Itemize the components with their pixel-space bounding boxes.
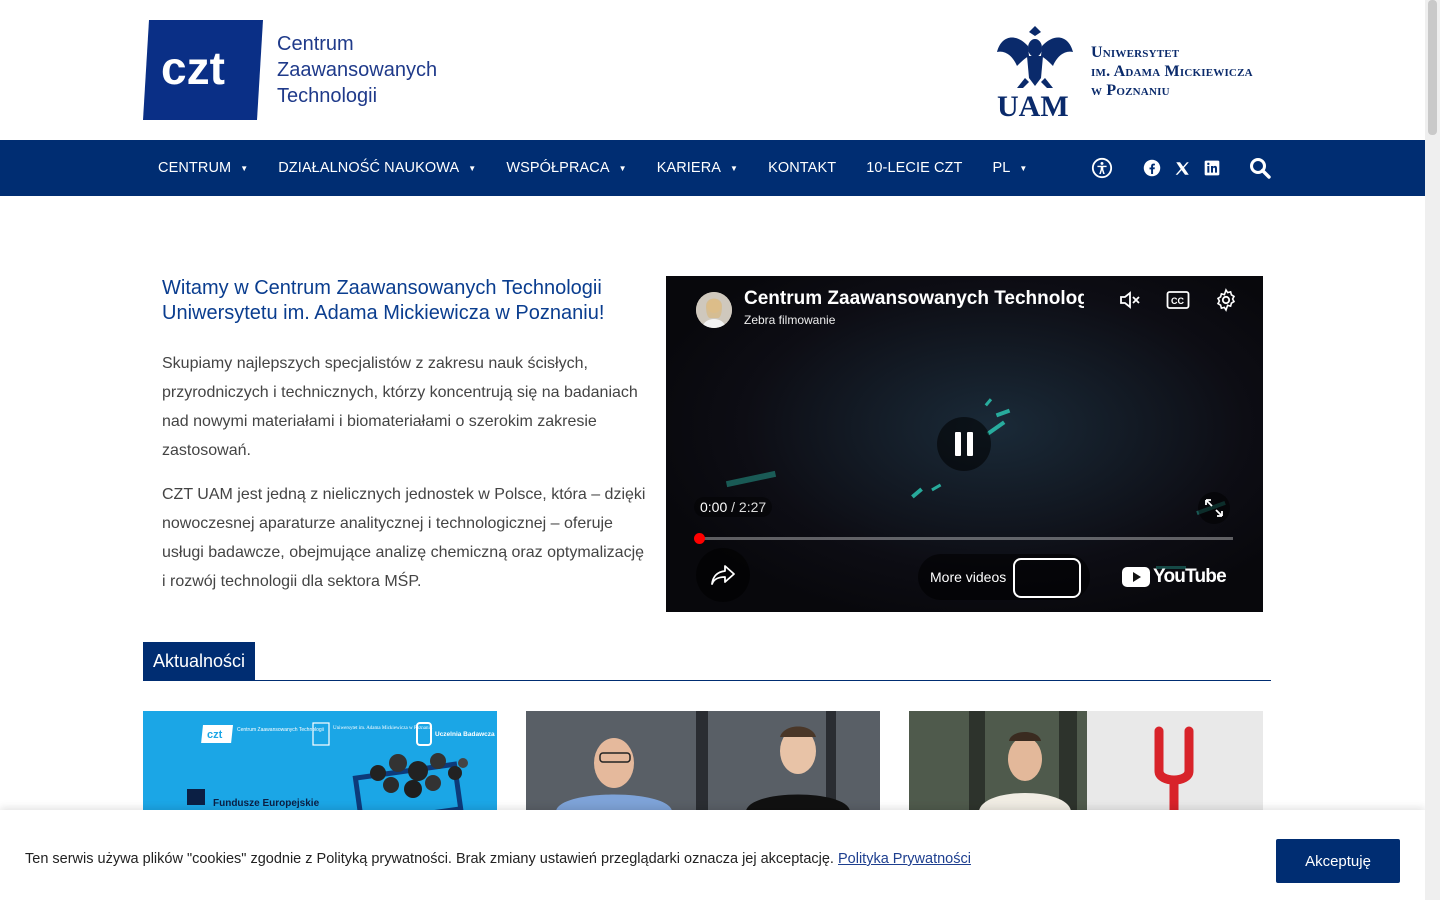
news-card[interactable]: czt Centrum Zaawansowanych Technologii U… xyxy=(143,711,497,811)
svg-text:Uczelnia Badawcza: Uczelnia Badawcza xyxy=(435,731,495,738)
intro-paragraph: Skupiamy najlepszych specjalistów z zakr… xyxy=(162,355,638,459)
channel-avatar[interactable] xyxy=(696,292,732,328)
site-header: czt Centrum Zaawansowanych Technologii U… xyxy=(0,0,1425,140)
pause-button[interactable] xyxy=(937,417,991,471)
duration: 2:27 xyxy=(738,499,767,515)
news-heading: Aktualności xyxy=(143,642,256,680)
news-card-image: czt Centrum Zaawansowanych Technologii U… xyxy=(143,711,497,811)
news-section-header: Aktualności xyxy=(143,642,1271,681)
captions-icon[interactable]: CC xyxy=(1154,288,1202,312)
uam-line-2: im. Adama Mickiewicza xyxy=(1091,62,1253,80)
czt-logo-badge: czt xyxy=(143,20,263,120)
youtube-label: YouTube xyxy=(1153,566,1227,587)
mute-icon[interactable] xyxy=(1106,288,1154,312)
pause-icon xyxy=(955,432,973,456)
intro-paragraph: CZT UAM jest jedną z nielicznych jednost… xyxy=(162,486,646,590)
privacy-policy-link[interactable]: Polityka Prywatności xyxy=(838,851,971,867)
svg-text:czt: czt xyxy=(161,42,225,94)
uam-eagle-crest-icon: UAM xyxy=(995,22,1075,123)
facebook-icon[interactable] xyxy=(1140,156,1164,180)
cookie-message: Ten serwis używa plików "cookies" zgodni… xyxy=(25,851,971,867)
fullscreen-button[interactable] xyxy=(1198,492,1230,524)
video-title[interactable]: Centrum Zaawansowanych Technologii xyxy=(744,288,1084,310)
youtube-logo[interactable]: YouTube xyxy=(1122,566,1227,588)
czt-line-3: Technologii xyxy=(277,85,378,107)
caret-down-icon: ▼ xyxy=(618,163,627,173)
nav-item-language[interactable]: PL ▼ xyxy=(977,140,1042,196)
uam-line-1: Uniwersytet xyxy=(1091,43,1180,61)
accept-cookies-button[interactable]: Akceptuję xyxy=(1276,839,1400,883)
caret-down-icon: ▼ xyxy=(1019,163,1028,173)
intro-section: Witamy w Centrum Zaawansowanych Technolo… xyxy=(162,276,652,611)
youtube-player[interactable]: Centrum Zaawansowanych Technologii Zebra… xyxy=(666,276,1263,612)
uam-line-3: w Poznaniu xyxy=(1091,81,1170,99)
more-videos-thumbnail xyxy=(1013,558,1081,598)
caret-down-icon: ▼ xyxy=(730,163,739,173)
more-videos-button[interactable]: More videos xyxy=(918,554,1090,600)
video-time: 0:00 / 2:27 xyxy=(694,497,773,517)
more-videos-label: More videos xyxy=(930,569,1007,585)
youtube-play-icon xyxy=(1122,567,1150,587)
nav-item-label: CENTRUM xyxy=(158,160,232,176)
news-card[interactable] xyxy=(526,711,880,811)
nav-icons xyxy=(1090,140,1272,196)
page-scrollbar[interactable] xyxy=(1425,0,1440,900)
intro-heading: Witamy w Centrum Zaawansowanych Technolo… xyxy=(162,277,605,324)
current-time: 0:00 xyxy=(700,499,728,515)
nav-item-label: PL xyxy=(992,160,1011,176)
time-separator: / xyxy=(727,499,739,515)
caret-down-icon: ▼ xyxy=(468,163,477,173)
scrollbar-thumb[interactable] xyxy=(1428,0,1437,135)
video-top-controls: CC xyxy=(1106,288,1250,312)
news-card[interactable] xyxy=(909,711,1263,811)
uam-logo-text: Uniwersytet im. Adama Mickiewicza w Pozn… xyxy=(1091,43,1253,100)
share-icon xyxy=(711,565,735,585)
svg-text:CC: CC xyxy=(1171,296,1184,306)
nav-item-kariera[interactable]: KARIERA ▼ xyxy=(642,140,753,196)
progress-bar[interactable] xyxy=(694,533,1233,544)
svg-text:Centrum Zaawansowanych Technol: Centrum Zaawansowanych Technologii xyxy=(237,727,324,733)
svg-text:UAM: UAM xyxy=(997,90,1069,120)
nav-item-label: KONTAKT xyxy=(768,160,837,176)
search-icon[interactable] xyxy=(1248,156,1272,180)
svg-text:Fundusze Europejskie: Fundusze Europejskie xyxy=(213,798,320,809)
page: czt Centrum Zaawansowanych Technologii U… xyxy=(0,0,1440,900)
nav-item-label: WSPÓŁPRACA xyxy=(506,160,610,176)
settings-gear-icon[interactable] xyxy=(1202,288,1250,312)
cookie-banner: Ten serwis używa plików "cookies" zgodni… xyxy=(0,810,1425,900)
caret-down-icon: ▼ xyxy=(240,163,249,173)
nav-item-label: KARIERA xyxy=(656,160,722,176)
czt-line-2: Zaawansowanych xyxy=(277,59,438,81)
uam-logo[interactable]: UAM Uniwersytet im. Adama Mickiewicza w … xyxy=(995,22,1253,123)
news-card-image xyxy=(526,711,880,811)
main-nav: CENTRUM ▼ DZIAŁALNOŚĆ NAUKOWA ▼ WSPÓŁPRACA… xyxy=(0,140,1425,196)
linkedin-icon[interactable] xyxy=(1200,156,1224,180)
share-button[interactable] xyxy=(696,548,750,602)
fullscreen-icon xyxy=(1205,499,1223,517)
nav-menu: CENTRUM ▼ DZIAŁALNOŚĆ NAUKOWA ▼ WSPÓŁPRACA… xyxy=(143,140,1042,196)
czt-line-1: Centrum xyxy=(277,33,354,55)
nav-item-wspolpraca[interactable]: WSPÓŁPRACA ▼ xyxy=(491,140,641,196)
svg-text:czt: czt xyxy=(207,729,223,741)
x-icon[interactable] xyxy=(1170,156,1194,180)
accessibility-icon[interactable] xyxy=(1090,156,1114,180)
news-card-image xyxy=(909,711,1263,811)
nav-item-dzialalnosc-naukowa[interactable]: DZIAŁALNOŚĆ NAUKOWA ▼ xyxy=(263,140,491,196)
nav-item-centrum[interactable]: CENTRUM ▼ xyxy=(143,140,263,196)
nav-item-10-lecie[interactable]: 10-LECIE CZT xyxy=(851,140,977,196)
czt-logo-text: Centrum Zaawansowanych Technologii xyxy=(277,31,437,109)
czt-logo[interactable]: czt Centrum Zaawansowanych Technologii xyxy=(143,20,437,120)
nav-item-label: 10-LECIE CZT xyxy=(866,160,963,176)
video-channel[interactable]: Zebra filmowanie xyxy=(744,313,835,327)
cookie-message-text: Ten serwis używa plików "cookies" zgodni… xyxy=(25,851,834,867)
nav-item-kontakt[interactable]: KONTAKT xyxy=(753,140,851,196)
progress-scrubber[interactable] xyxy=(694,533,705,544)
nav-item-label: DZIAŁALNOŚĆ NAUKOWA xyxy=(278,160,460,176)
